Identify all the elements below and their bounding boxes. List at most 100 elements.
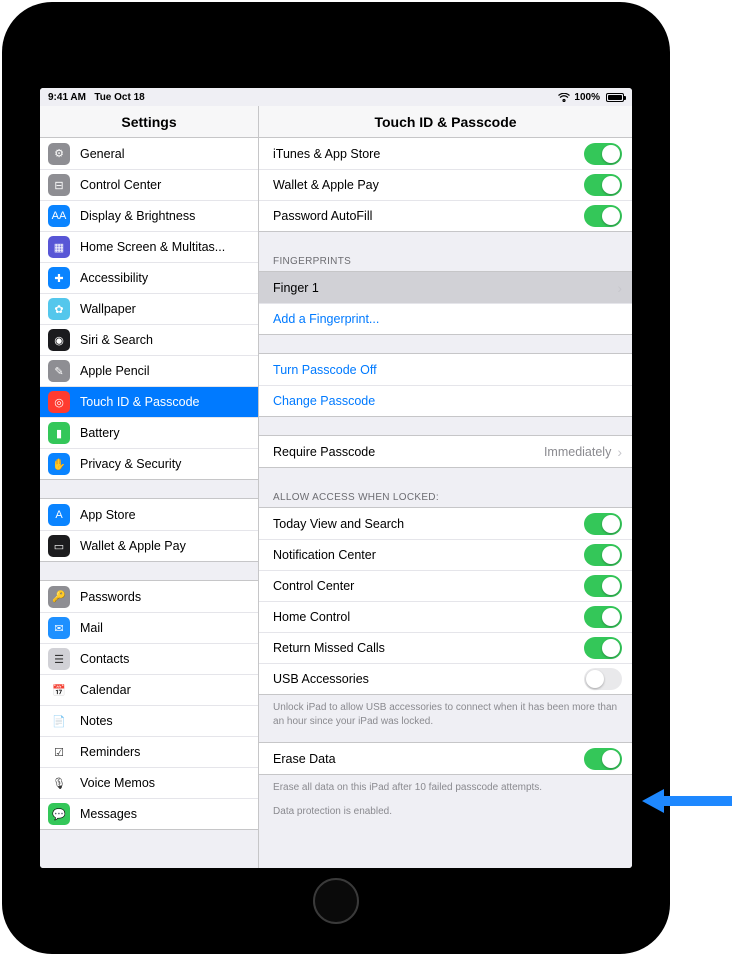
sidebar[interactable]: ⚙General⊟Control CenterAADisplay & Brigh… bbox=[40, 138, 259, 868]
status-date: Tue Oct 18 bbox=[94, 92, 144, 103]
sidebar-item-label: Privacy & Security bbox=[80, 457, 248, 471]
sidebar-item-icon: ☑ bbox=[48, 741, 70, 763]
sidebar-item[interactable]: 📅Calendar bbox=[40, 674, 258, 705]
fingerprints-group: Finger 1› Add a Fingerprint... bbox=[259, 271, 632, 335]
require-passcode-group: Require Passcode Immediately › bbox=[259, 435, 632, 468]
sidebar-item-icon: ✉ bbox=[48, 617, 70, 639]
columns: ⚙General⊟Control CenterAADisplay & Brigh… bbox=[40, 138, 632, 868]
use-touchid-row[interactable]: Wallet & Apple Pay bbox=[259, 169, 632, 200]
usb-footer: Unlock iPad to allow USB accessories to … bbox=[259, 697, 632, 728]
sidebar-item[interactable]: ✚Accessibility bbox=[40, 262, 258, 293]
allow-access-row[interactable]: Control Center bbox=[259, 570, 632, 601]
use-touchid-row[interactable]: Password AutoFill bbox=[259, 200, 632, 231]
sidebar-item-icon: 📄 bbox=[48, 710, 70, 732]
use-touchid-label: Password AutoFill bbox=[273, 209, 584, 223]
passcode-action-row[interactable]: Turn Passcode Off bbox=[259, 354, 632, 385]
fingerprint-row[interactable]: Finger 1› bbox=[259, 272, 632, 303]
sidebar-item[interactable]: ▦Home Screen & Multitas... bbox=[40, 231, 258, 262]
sidebar-item-icon: ✎ bbox=[48, 360, 70, 382]
use-touchid-row[interactable]: iTunes & App Store bbox=[259, 138, 632, 169]
use-touchid-toggle[interactable] bbox=[584, 143, 622, 165]
screen: 9:41 AM Tue Oct 18 100% Settings Touch I… bbox=[40, 88, 632, 868]
sidebar-item-label: Accessibility bbox=[80, 271, 248, 285]
sidebar-item[interactable]: ✎ Apple Pencil bbox=[40, 355, 258, 386]
use-touchid-toggle[interactable] bbox=[584, 174, 622, 196]
require-passcode-value: Immediately bbox=[544, 445, 611, 459]
ipad-frame: 9:41 AM Tue Oct 18 100% Settings Touch I… bbox=[2, 2, 670, 954]
status-bar: 9:41 AM Tue Oct 18 100% bbox=[40, 88, 632, 106]
erase-data-toggle[interactable] bbox=[584, 748, 622, 770]
allow-access-toggle[interactable] bbox=[584, 606, 622, 628]
use-touchid-group: iTunes & App Store Wallet & Apple Pay Pass… bbox=[259, 138, 632, 232]
allow-access-row[interactable]: Return Missed Calls bbox=[259, 632, 632, 663]
erase-data-row[interactable]: Erase Data bbox=[259, 743, 632, 774]
allow-access-row[interactable]: USB Accessories bbox=[259, 663, 632, 694]
wifi-icon bbox=[558, 93, 570, 102]
require-passcode-label: Require Passcode bbox=[273, 445, 544, 459]
allow-access-toggle[interactable] bbox=[584, 637, 622, 659]
allow-access-toggle[interactable] bbox=[584, 544, 622, 566]
sidebar-item[interactable]: ☑ Reminders bbox=[40, 736, 258, 767]
use-touchid-toggle[interactable] bbox=[584, 205, 622, 227]
sidebar-item[interactable]: 🔑Passwords bbox=[40, 581, 258, 612]
sidebar-item[interactable]: 💬Messages bbox=[40, 798, 258, 829]
sidebar-item-icon: 🎙 bbox=[48, 772, 70, 794]
allow-access-header: Allow Access When Locked: bbox=[259, 486, 632, 507]
fingerprint-label: Finger 1 bbox=[273, 281, 611, 295]
sidebar-item[interactable]: ✿Wallpaper bbox=[40, 293, 258, 324]
battery-icon bbox=[606, 93, 624, 102]
allow-access-row[interactable]: Home Control bbox=[259, 601, 632, 632]
sidebar-item[interactable]: AADisplay & Brightness bbox=[40, 200, 258, 231]
allow-access-toggle[interactable] bbox=[584, 668, 622, 690]
require-passcode-row[interactable]: Require Passcode Immediately › bbox=[259, 436, 632, 467]
detail-title: Touch ID & Passcode bbox=[259, 106, 632, 137]
allow-access-toggle[interactable] bbox=[584, 513, 622, 535]
sidebar-item[interactable]: ▮Battery bbox=[40, 417, 258, 448]
allow-access-row[interactable]: Notification Center bbox=[259, 539, 632, 570]
sidebar-item-label: Apple Pencil bbox=[80, 364, 248, 378]
allow-access-label: Home Control bbox=[273, 610, 584, 624]
sidebar-item[interactable]: ✉ Mail bbox=[40, 612, 258, 643]
allow-access-row[interactable]: Today View and Search bbox=[259, 508, 632, 539]
sidebar-item-label: Reminders bbox=[80, 745, 248, 759]
battery-percent: 100% bbox=[574, 92, 600, 103]
sidebar-item-icon: ◎ bbox=[48, 391, 70, 413]
sidebar-item[interactable]: ⚙General bbox=[40, 138, 258, 169]
sidebar-item-label: Messages bbox=[80, 807, 248, 821]
sidebar-item-icon: ⊟ bbox=[48, 174, 70, 196]
sidebar-item[interactable]: A App Store bbox=[40, 499, 258, 530]
sidebar-item[interactable]: 📄 Notes bbox=[40, 705, 258, 736]
sidebar-item[interactable]: ⊟Control Center bbox=[40, 169, 258, 200]
sidebar-item[interactable]: ▭Wallet & Apple Pay bbox=[40, 530, 258, 561]
detail-pane[interactable]: iTunes & App Store Wallet & Apple Pay Pass… bbox=[259, 138, 632, 868]
sidebar-item-label: Mail bbox=[80, 621, 248, 635]
home-button[interactable] bbox=[313, 878, 359, 924]
sidebar-item[interactable]: ◎Touch ID & Passcode bbox=[40, 386, 258, 417]
sidebar-item-icon: ⚙ bbox=[48, 143, 70, 165]
use-touchid-label: iTunes & App Store bbox=[273, 147, 584, 161]
allow-access-label: Control Center bbox=[273, 579, 584, 593]
sidebar-item-icon: ✿ bbox=[48, 298, 70, 320]
sidebar-item-icon: A bbox=[48, 504, 70, 526]
sidebar-item-label: App Store bbox=[80, 508, 248, 522]
sidebar-item[interactable]: 🎙Voice Memos bbox=[40, 767, 258, 798]
sidebar-item[interactable]: ✋Privacy & Security bbox=[40, 448, 258, 479]
allow-access-toggle[interactable] bbox=[584, 575, 622, 597]
sidebar-item-label: Home Screen & Multitas... bbox=[80, 240, 248, 254]
allow-access-label: Return Missed Calls bbox=[273, 641, 584, 655]
passcode-action-label: Turn Passcode Off bbox=[273, 363, 622, 377]
status-left: 9:41 AM Tue Oct 18 bbox=[48, 92, 145, 103]
add-fingerprint-row[interactable]: Add a Fingerprint... bbox=[259, 303, 632, 334]
sidebar-item-icon: 📅 bbox=[48, 679, 70, 701]
allow-access-label: Notification Center bbox=[273, 548, 584, 562]
sidebar-group-3: 🔑Passwords ✉ Mail ☰Contacts📅Calendar 📄 Notes ☑… bbox=[40, 580, 258, 830]
status-right: 100% bbox=[558, 92, 624, 103]
sidebar-item-label: Notes bbox=[80, 714, 248, 728]
allow-access-group: Today View and Search Notification Center… bbox=[259, 507, 632, 695]
sidebar-item[interactable]: ☰Contacts bbox=[40, 643, 258, 674]
erase-data-group: Erase Data bbox=[259, 742, 632, 775]
sidebar-item-label: Contacts bbox=[80, 652, 248, 666]
passcode-action-row[interactable]: Change Passcode bbox=[259, 385, 632, 416]
fingerprint-label: Add a Fingerprint... bbox=[273, 312, 622, 326]
sidebar-item[interactable]: ◉Siri & Search bbox=[40, 324, 258, 355]
